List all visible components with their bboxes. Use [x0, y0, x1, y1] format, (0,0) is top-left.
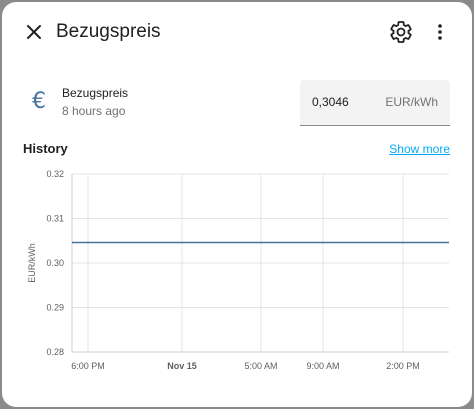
- x-tick-label: 5:00 AM: [244, 361, 277, 371]
- y-tick-label: 0.32: [46, 169, 64, 179]
- euro-icon: €: [32, 89, 46, 114]
- y-tick-label: 0.28: [46, 347, 64, 357]
- dialog-title: Bezugspreis: [56, 21, 161, 42]
- dialog-header: Bezugspreis: [2, 2, 472, 62]
- entity-row: € Bezugspreis 8 hours ago 0,3046 EUR/kWh: [2, 80, 472, 128]
- x-tick-label: 9:00 AM: [306, 361, 339, 371]
- gear-icon: [390, 21, 412, 43]
- more-options-button[interactable]: [428, 20, 452, 44]
- close-icon: [27, 25, 41, 39]
- x-tick-label: Nov 15: [167, 361, 197, 371]
- entity-name: Bezugspreis: [62, 86, 129, 100]
- history-chart[interactable]: 0.32 0.31 0.30 0.29 0.28 6:00 PM Nov 15 5:00 AM…: [2, 162, 472, 382]
- x-tick-label: 2:00 PM: [386, 361, 420, 371]
- more-info-dialog: Bezugspreis € Bezugspreis 8 hours ago 0,…: [2, 2, 472, 407]
- value-field[interactable]: 0,3046 EUR/kWh: [300, 80, 450, 126]
- show-more-link[interactable]: Show more: [389, 142, 450, 156]
- x-tick-label: 6:00 PM: [71, 361, 105, 371]
- history-heading: History: [23, 141, 68, 156]
- y-tick-label: 0.29: [46, 303, 64, 313]
- settings-button[interactable]: [389, 20, 413, 44]
- dots-vertical-icon: [438, 24, 442, 40]
- unit-text: EUR/kWh: [385, 95, 438, 109]
- y-tick-label: 0.30: [46, 258, 64, 268]
- last-changed-text: 8 hours ago: [62, 104, 126, 118]
- value-text: 0,3046: [312, 95, 349, 109]
- y-tick-label: 0.31: [46, 214, 64, 224]
- y-axis-label: EUR/kWh: [27, 243, 37, 283]
- close-button[interactable]: [22, 20, 46, 44]
